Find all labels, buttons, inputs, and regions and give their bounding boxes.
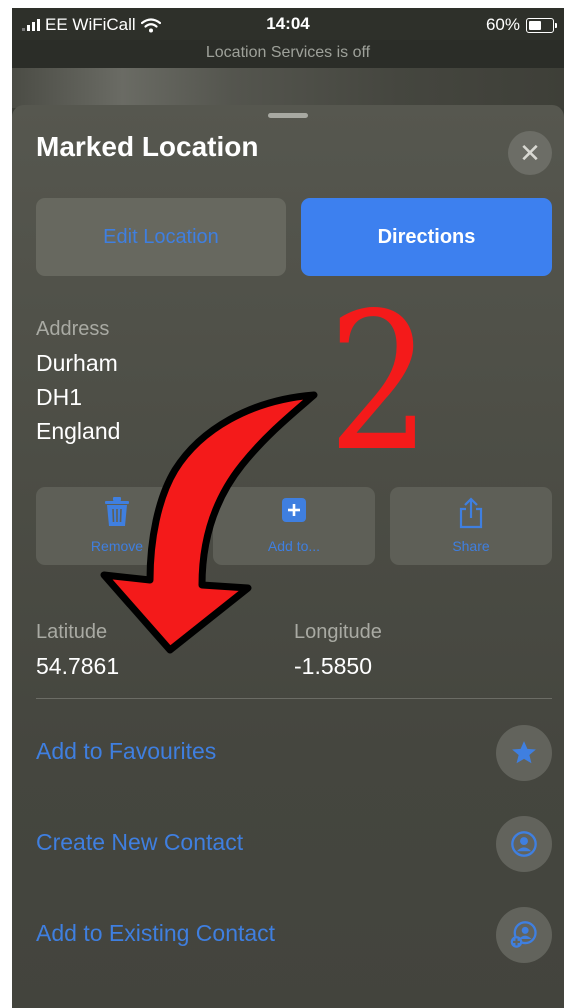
- share-button[interactable]: Share: [390, 487, 552, 565]
- battery-icon: [526, 17, 557, 33]
- directions-button[interactable]: Directions: [301, 198, 552, 276]
- edit-location-button[interactable]: Edit Location: [36, 198, 286, 276]
- favourites-button[interactable]: [496, 725, 552, 781]
- share-icon: [459, 497, 483, 529]
- status-right: 60%: [485, 15, 557, 35]
- close-button[interactable]: ✕: [508, 131, 552, 175]
- existing-contact-button[interactable]: [496, 907, 552, 963]
- battery-percent: 60%: [485, 15, 520, 34]
- latitude-label: Latitude: [36, 621, 108, 643]
- close-icon: ✕: [519, 138, 541, 168]
- location-sheet: Marked Location ✕ Edit Location Directio…: [12, 105, 564, 1008]
- add-to-button[interactable]: Add to...: [213, 487, 375, 565]
- address-line-country: England: [36, 418, 121, 444]
- latitude-value[interactable]: 54.7861: [36, 653, 119, 680]
- add-to-favourites-link[interactable]: Add to Favourites: [36, 738, 216, 765]
- longitude-value[interactable]: -1.5850: [294, 653, 372, 680]
- status-time: 14:04: [266, 14, 310, 33]
- add-square-icon: [282, 498, 306, 522]
- address-label: Address: [36, 318, 110, 340]
- contact-icon: [511, 831, 537, 857]
- longitude-label: Longitude: [294, 621, 382, 643]
- create-new-contact-link[interactable]: Create New Contact: [36, 829, 243, 856]
- trash-icon: [105, 497, 129, 526]
- add-to-existing-contact-link[interactable]: Add to Existing Contact: [36, 920, 275, 947]
- remove-label: Remove: [90, 538, 144, 554]
- status-bar: EE WiFiCall 14:04 60%: [12, 8, 564, 40]
- sheet-title: Marked Location: [36, 131, 259, 162]
- share-label: Share: [452, 538, 490, 554]
- phone-screen: EE WiFiCall 14:04 60% Location Services …: [12, 8, 564, 1008]
- new-contact-button[interactable]: [496, 816, 552, 872]
- star-icon: [512, 741, 536, 764]
- add-contact-icon: [510, 921, 537, 948]
- remove-button[interactable]: Remove: [36, 487, 198, 565]
- add-to-label: Add to...: [267, 538, 321, 554]
- address-line-postcode: DH1: [36, 384, 83, 410]
- map-background[interactable]: [12, 68, 564, 108]
- location-services-banner: Location Services is off: [12, 40, 564, 68]
- sheet-grabber[interactable]: [268, 113, 308, 118]
- divider: [36, 698, 552, 699]
- address-line-city: Durham: [36, 350, 118, 376]
